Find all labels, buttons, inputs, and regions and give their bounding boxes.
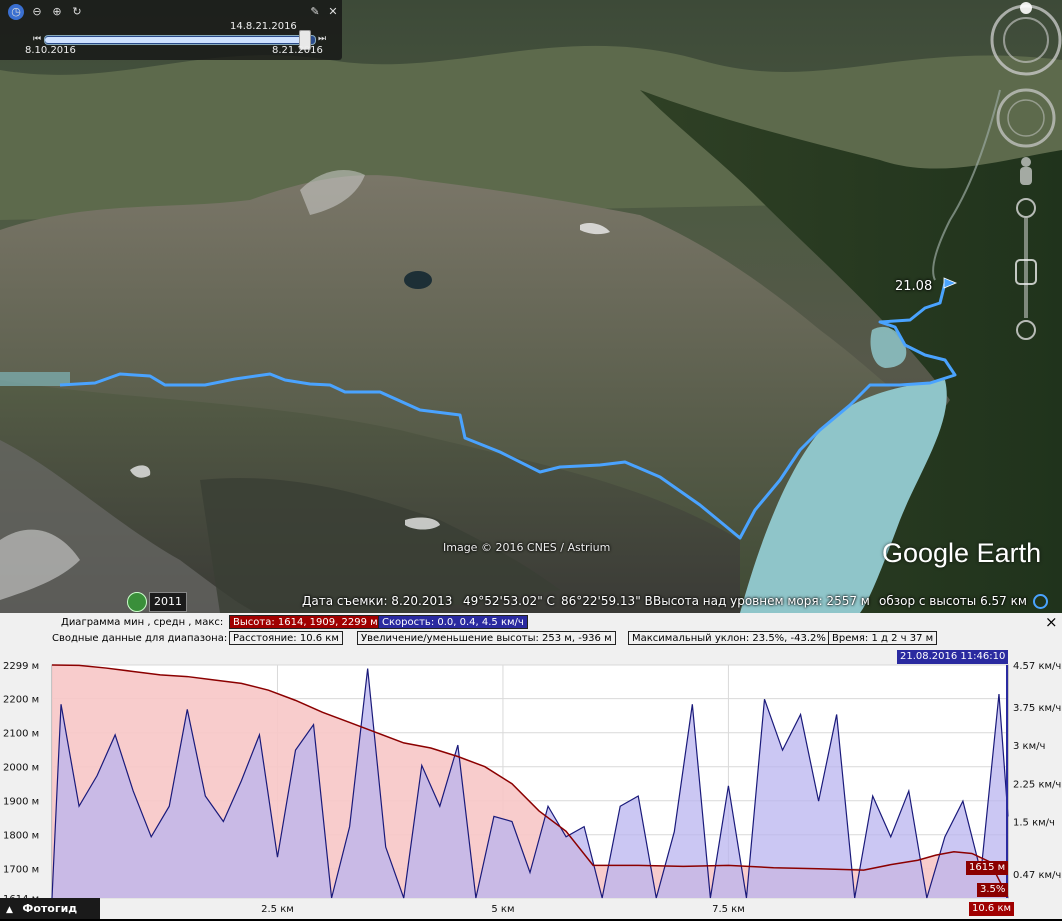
elevation-tick-label: 2299 м <box>3 661 39 672</box>
elevation-speed-chart[interactable]: 2299 м 2200 м 2100 м 2000 м 1900 м 1800 м 1700… <box>0 613 1062 919</box>
north-icon[interactable] <box>1020 2 1032 14</box>
elevation-tick-label: 2000 м <box>3 763 39 774</box>
compass-ring-icon[interactable] <box>990 4 1062 76</box>
elevation-readout: Высота над уровнем моря: 2557 м <box>653 594 870 608</box>
time-range-track[interactable] <box>44 30 316 50</box>
replay-icon[interactable]: ↻ <box>69 4 85 20</box>
eye-altitude-readout: обзор с высоты 6.57 км <box>879 594 1027 608</box>
current-slope-tag: 3.5% <box>977 883 1009 897</box>
speed-tick-label: 4.57 км/ч <box>1013 661 1061 672</box>
navigation-controls <box>982 0 1062 360</box>
current-distance-tag: 10.6 км <box>969 902 1015 916</box>
brand-logo: Google Earth <box>882 538 1042 568</box>
clock-icon[interactable]: ◷ <box>8 4 24 20</box>
distance-tick-label: 7.5 км <box>712 904 745 915</box>
photo-guide-button[interactable]: ▲ Фотогид <box>0 898 100 919</box>
close-icon[interactable]: ✕ <box>325 4 341 20</box>
zoom-in-icon[interactable] <box>1016 198 1036 218</box>
time-start-label: 8.10.2016 <box>25 45 76 56</box>
latitude-readout: 49°52'53.02" С <box>463 594 555 608</box>
elevation-tick-label: 1800 м <box>3 831 39 842</box>
pan-joystick-icon[interactable] <box>996 88 1056 148</box>
expand-arrow-icon: ▲ <box>6 905 13 915</box>
streaming-indicator-icon <box>1033 594 1048 609</box>
time-slider-panel: ◷ ⊖ ⊕ ↻ ✎ ✕ 14.8.21.2016 ⏮ ⏭ 8.10.2016 8… <box>0 0 342 60</box>
photo-guide-label: Фотогид <box>22 902 78 915</box>
distance-tick-label: 5 км <box>491 904 514 915</box>
speed-tick-label: 3 км/ч <box>1013 741 1045 752</box>
elevation-tick-label: 1900 м <box>3 797 39 808</box>
speed-tick-label: 1.5 км/ч <box>1013 818 1055 829</box>
time-end-label: 8.21.2016 <box>272 45 323 56</box>
small-lake <box>404 271 432 289</box>
map-view[interactable]: 21.08 Image © 2016 CNES / Astrium Google… <box>0 0 1062 613</box>
zoom-in-time-icon[interactable]: ⊕ <box>49 4 65 20</box>
current-elevation-tag: 1615 м <box>966 861 1009 875</box>
zoom-slider[interactable] <box>1024 218 1028 318</box>
elevation-tick-label: 2100 м <box>3 729 39 740</box>
time-range-fill <box>45 37 307 43</box>
step-forward-icon[interactable]: ⏭ <box>318 34 326 44</box>
elevation-profile-panel: Диаграмма мин , средн , макс: Высота: 16… <box>0 613 1062 919</box>
step-back-icon[interactable]: ⏮ <box>33 34 41 44</box>
elevation-tick-label: 1700 м <box>3 865 39 876</box>
longitude-readout: 86°22'59.13" В <box>561 594 653 608</box>
speed-tick-label: 0.47 км/ч <box>1013 870 1061 881</box>
distance-tick-label: 2.5 км <box>261 904 294 915</box>
zoom-out-time-icon[interactable]: ⊖ <box>29 4 45 20</box>
imagery-date: Дата съемки: 8.20.2013 <box>302 594 453 608</box>
street-view-icon[interactable] <box>1021 157 1031 167</box>
speed-tick-label: 3.75 км/ч <box>1013 703 1061 714</box>
imagery-credit: Image © 2016 CNES / Astrium <box>443 541 611 554</box>
terrain-imagery <box>0 0 1062 613</box>
elevation-tick-label: 2200 м <box>3 695 39 706</box>
settings-wrench-icon[interactable]: ✎ <box>307 4 323 20</box>
zoom-out-icon[interactable] <box>1016 320 1036 340</box>
speed-tick-label: 2.25 км/ч <box>1013 779 1061 790</box>
status-bar: Дата съемки: 8.20.2013 49°52'53.02" С 86… <box>0 590 1062 614</box>
time-current-label: 14.8.21.2016 <box>230 21 297 32</box>
track-label: 21.08 <box>895 279 933 294</box>
